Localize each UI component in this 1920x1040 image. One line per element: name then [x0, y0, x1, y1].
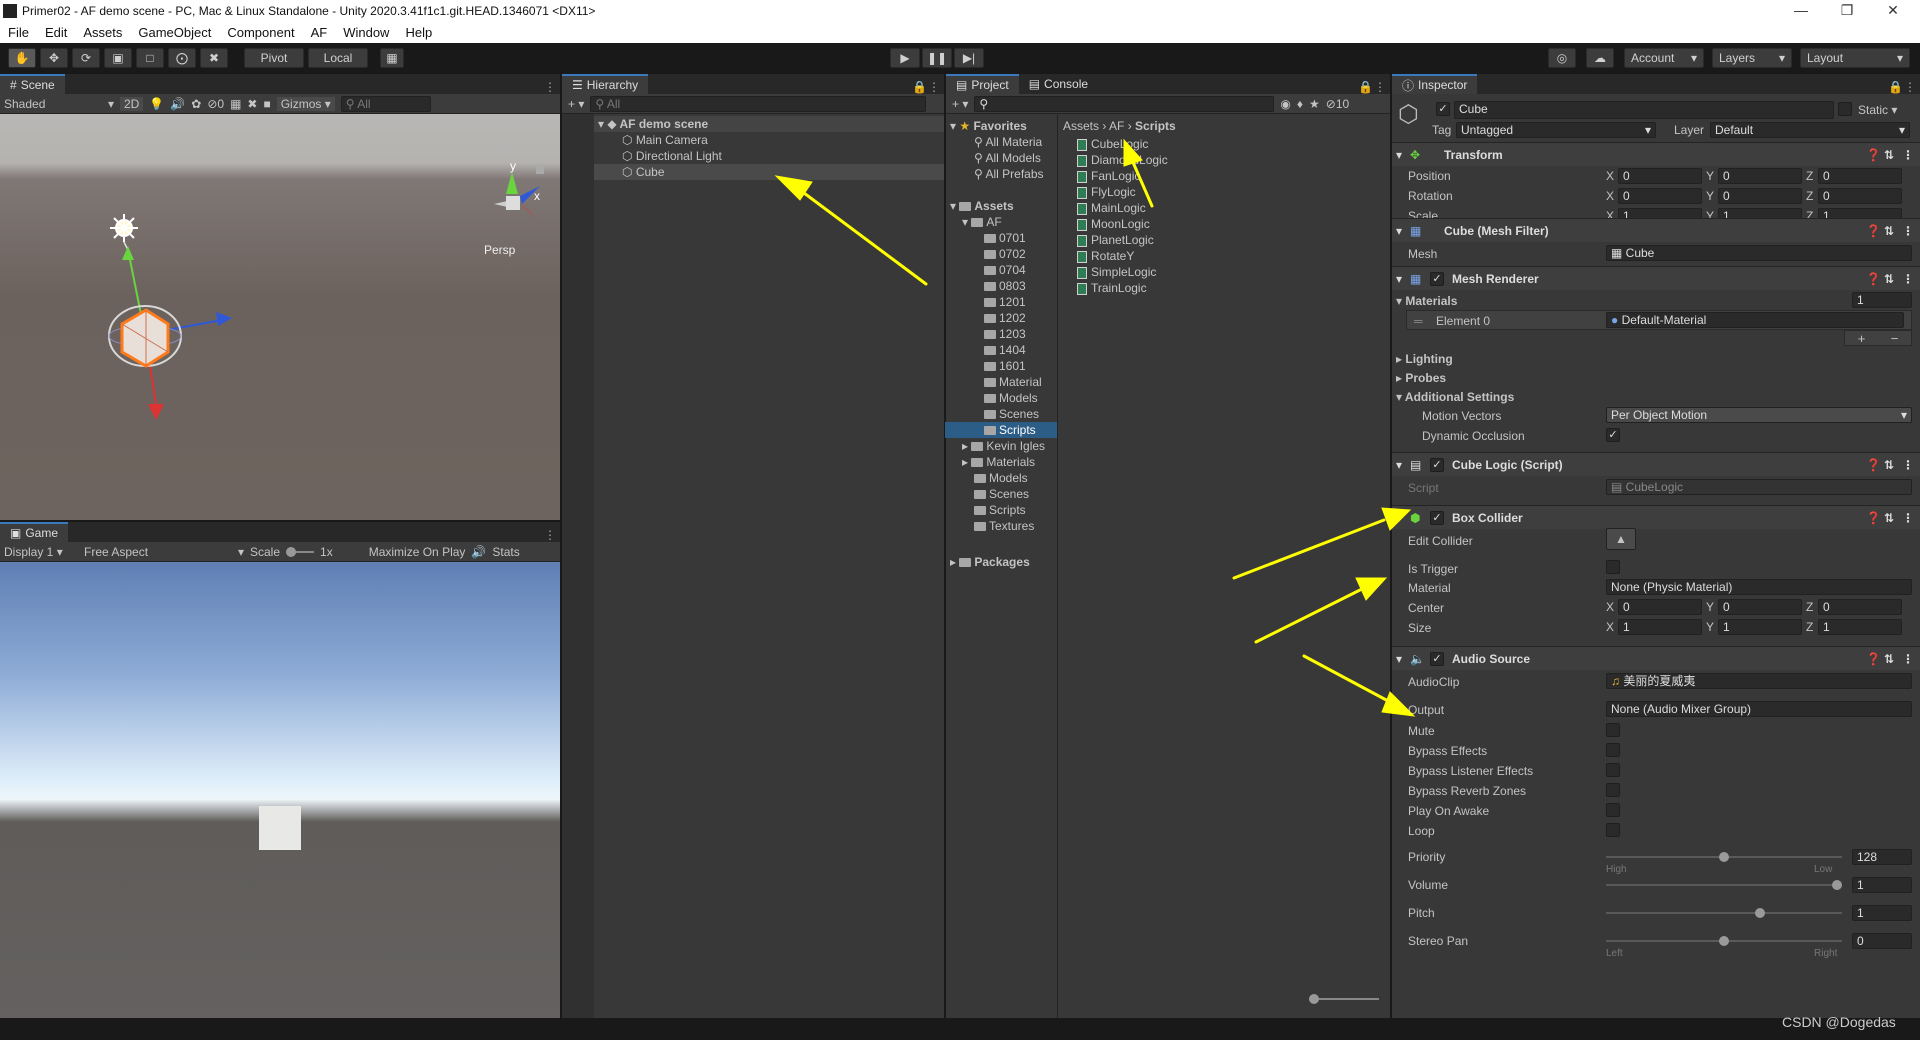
arrow-to-box-collider: [1254, 577, 1388, 644]
arrow-to-cube-logic-component: [1232, 507, 1412, 580]
arrow-to-audio-source: [1302, 654, 1416, 717]
arrow-to-cube-hierarchy: [774, 175, 928, 286]
annotation-arrows: [774, 138, 1416, 717]
arrow-to-cubelogic-file: [1123, 138, 1154, 208]
